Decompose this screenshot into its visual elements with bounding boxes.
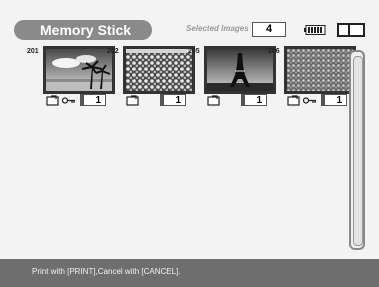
print-count: 1 — [241, 94, 267, 106]
thumbnail-201[interactable]: 201 1 — [27, 46, 115, 112]
selected-images-label: Selected Images — [186, 24, 249, 33]
thumbnail-205[interactable]: 205 1 — [188, 46, 276, 112]
thumbnail-202[interactable]: 202 1 — [107, 46, 195, 112]
image-number: 202 — [107, 48, 119, 55]
header-bar: Memory Stick Selected Images 4 — [0, 8, 379, 42]
thumbnail-status-row: 1 — [204, 94, 274, 108]
scrollbar-thumb[interactable] — [353, 56, 363, 246]
image-number: 201 — [27, 48, 39, 55]
print-count: 1 — [321, 94, 347, 106]
screen-frame: Memory Stick Selected Images 4 201 1 202… — [0, 0, 379, 287]
image-number: 205 — [188, 48, 200, 55]
scrollbar[interactable] — [349, 50, 365, 250]
thumbnail-image — [43, 46, 115, 94]
thumbnail-image — [123, 46, 195, 94]
thumbnail-status-row: 1 — [123, 94, 193, 108]
thumbnail-status-row: 1 — [284, 94, 354, 108]
key-icon — [303, 97, 316, 104]
thumbnail-image — [204, 46, 276, 94]
key-icon — [62, 97, 75, 104]
footer-bar: Print with [PRINT],Cancel with [CANCEL]. — [0, 259, 379, 287]
thumbnail-image — [284, 46, 356, 94]
footer-instruction: Print with [PRINT],Cancel with [CANCEL]. — [32, 267, 181, 276]
page-title: Memory Stick — [40, 22, 132, 38]
thumbnail-206[interactable]: 206 1 — [268, 46, 356, 112]
copy-icon — [126, 95, 139, 106]
copy-icon — [207, 95, 220, 106]
print-count: 1 — [80, 94, 106, 106]
thumbnail-status-row: 1 — [43, 94, 113, 108]
battery-icon — [304, 25, 326, 35]
copy-icon — [46, 95, 59, 106]
image-number: 206 — [268, 48, 280, 55]
memory-card-icon — [337, 23, 365, 37]
selected-images-count: 4 — [252, 22, 286, 37]
copy-icon — [287, 95, 300, 106]
print-count: 1 — [160, 94, 186, 106]
